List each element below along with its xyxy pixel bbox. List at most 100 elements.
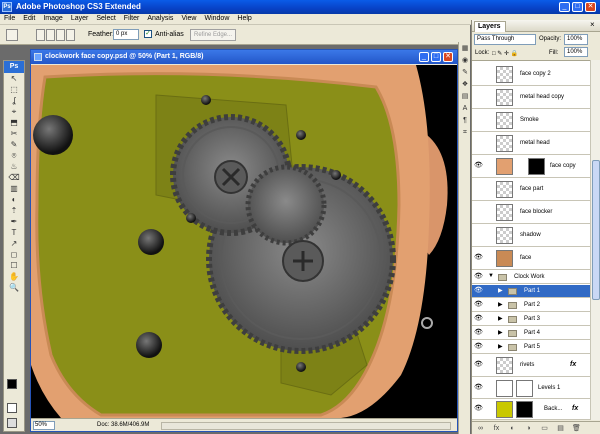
screen-mode-icon[interactable] xyxy=(7,418,17,428)
move-tool-icon[interactable]: ↖ xyxy=(4,73,24,84)
menu-analysis[interactable]: Analysis xyxy=(143,14,177,22)
visibility-eye-icon[interactable] xyxy=(474,208,483,216)
dodge-tool-icon[interactable]: ◐ xyxy=(4,194,24,205)
doc-close-button[interactable]: ✕ xyxy=(443,52,453,62)
direct-select-tool-icon[interactable]: ↗ xyxy=(4,238,24,249)
quick-select-tool-icon[interactable]: ⌖ xyxy=(4,106,24,117)
layer-row[interactable]: metal head xyxy=(472,133,590,155)
minimize-button[interactable]: _ xyxy=(559,2,570,12)
layer-row[interactable]: Smoke xyxy=(472,110,590,132)
layer-row[interactable]: 👁 Levels 1 xyxy=(472,378,590,400)
layer-group-row[interactable]: 👁 ▶ Part 5 xyxy=(472,341,590,354)
refine-edge-button[interactable]: Refine Edge... xyxy=(190,29,236,41)
doc-size[interactable]: Doc: 38.6M/406.9M xyxy=(97,422,149,428)
brush-tool-icon[interactable]: ⌾ xyxy=(4,150,24,161)
quick-mask-icon[interactable] xyxy=(7,403,17,413)
visibility-eye-icon[interactable]: 👁 xyxy=(474,162,483,170)
lasso-tool-icon[interactable]: ʆ xyxy=(4,95,24,106)
history-icon[interactable]: ▤ xyxy=(460,91,470,102)
visibility-eye-icon[interactable]: 👁 xyxy=(474,301,483,309)
eraser-tool-icon[interactable]: ⌫ xyxy=(4,172,24,183)
color-icon[interactable]: ◉ xyxy=(460,55,470,66)
stamp-tool-icon[interactable]: ♨ xyxy=(4,161,24,172)
layer-row[interactable]: shadow xyxy=(472,225,590,247)
crop-tool-icon[interactable]: ⬒ xyxy=(4,117,24,128)
fill-input[interactable]: 100% xyxy=(564,47,588,57)
intersect-selection-icon[interactable] xyxy=(66,29,75,41)
maximize-button[interactable]: □ xyxy=(572,2,583,12)
layer-row[interactable]: face part xyxy=(472,179,590,201)
layer-group-row[interactable]: 👁 ▶ Part 4 xyxy=(472,327,590,340)
add-style-icon[interactable]: fx xyxy=(491,424,502,433)
tool-presets-icon[interactable]: ❖ xyxy=(460,79,470,90)
group-expand-icon[interactable]: ▶ xyxy=(498,301,503,308)
gradient-tool-icon[interactable]: ▥ xyxy=(4,183,24,194)
visibility-eye-icon[interactable] xyxy=(474,93,483,101)
shape-tool-icon[interactable]: ◻ xyxy=(4,249,24,260)
scrollbar-thumb[interactable] xyxy=(592,160,600,300)
visibility-eye-icon[interactable]: 👁 xyxy=(474,273,483,281)
brushes-icon[interactable]: ✎ xyxy=(460,67,470,78)
menu-layer[interactable]: Layer xyxy=(67,14,93,22)
visibility-eye-icon[interactable]: 👁 xyxy=(474,361,483,369)
tab-layers[interactable]: Layers xyxy=(474,21,506,32)
notes-tool-icon[interactable]: ☐ xyxy=(4,260,24,271)
group-expand-icon[interactable]: ▶ xyxy=(498,343,503,350)
paragraph-icon[interactable]: ¶ xyxy=(460,115,470,126)
layers-scrollbar[interactable] xyxy=(590,60,600,420)
adjustment-layer-icon[interactable]: ◑ xyxy=(523,424,534,433)
image-canvas[interactable] xyxy=(31,65,457,418)
visibility-eye-icon[interactable]: 👁 xyxy=(474,405,483,413)
layer-row[interactable]: 👁 face xyxy=(472,248,590,270)
layer-row[interactable]: 👁 rivets fx xyxy=(472,355,590,377)
path-select-tool-icon[interactable]: ⇡ xyxy=(4,205,24,216)
group-expand-icon[interactable]: ▶ xyxy=(498,315,503,322)
visibility-eye-icon[interactable] xyxy=(474,70,483,78)
opacity-input[interactable]: 100% xyxy=(564,34,588,45)
layer-group-row[interactable]: 👁 ▶ Part 3 xyxy=(472,313,590,326)
menu-select[interactable]: Select xyxy=(92,14,119,22)
visibility-eye-icon[interactable]: 👁 xyxy=(474,343,483,351)
layer-row[interactable]: face copy 2 xyxy=(472,64,590,86)
layer-row[interactable]: 👁 face copy xyxy=(472,156,590,178)
add-mask-icon[interactable]: ◐ xyxy=(507,424,518,433)
type-tool-icon[interactable]: T xyxy=(4,227,24,238)
visibility-eye-icon[interactable] xyxy=(474,185,483,193)
link-layers-icon[interactable]: ∞ xyxy=(475,424,486,433)
menu-file[interactable]: File xyxy=(0,14,19,22)
panel-close-icon[interactable]: × xyxy=(590,20,595,29)
new-group-icon[interactable]: ▭ xyxy=(539,424,550,433)
visibility-eye-icon[interactable]: 👁 xyxy=(474,315,483,323)
character-icon[interactable]: A xyxy=(460,103,470,114)
group-expand-icon[interactable]: ▶ xyxy=(498,287,503,294)
menu-image[interactable]: Image xyxy=(39,14,66,22)
menu-window[interactable]: Window xyxy=(200,14,233,22)
doc-maximize-button[interactable]: □ xyxy=(431,52,441,62)
visibility-eye-icon[interactable] xyxy=(474,231,483,239)
slice-tool-icon[interactable]: ✂ xyxy=(4,128,24,139)
subtract-selection-icon[interactable] xyxy=(56,29,65,41)
close-button[interactable]: ✕ xyxy=(585,2,596,12)
zoom-input[interactable]: 50% xyxy=(33,421,55,430)
channels-icon[interactable]: ⌗ xyxy=(460,127,470,138)
visibility-eye-icon[interactable] xyxy=(474,116,483,124)
doc-minimize-button[interactable]: _ xyxy=(419,52,429,62)
layer-row[interactable]: metal head copy xyxy=(472,87,590,109)
add-selection-icon[interactable] xyxy=(46,29,55,41)
navigator-icon[interactable]: ▦ xyxy=(460,43,470,54)
visibility-eye-icon[interactable]: 👁 xyxy=(474,254,483,262)
zoom-tool-icon[interactable]: 🔍 xyxy=(4,282,24,293)
pen-tool-icon[interactable]: ✒ xyxy=(4,216,24,227)
visibility-eye-icon[interactable]: 👁 xyxy=(474,384,483,392)
layer-effects-icon[interactable]: fx xyxy=(572,405,578,412)
visibility-eye-icon[interactable] xyxy=(474,139,483,147)
group-collapse-icon[interactable]: ▼ xyxy=(488,273,494,279)
layer-group-row[interactable]: 👁 ▶ Part 1 xyxy=(472,285,590,298)
menu-view[interactable]: View xyxy=(177,14,200,22)
new-layer-icon[interactable]: ▤ xyxy=(555,424,566,433)
layer-group-row[interactable]: 👁 ▶ Part 2 xyxy=(472,299,590,312)
visibility-eye-icon[interactable]: 👁 xyxy=(474,287,483,295)
foreground-color-swatch[interactable] xyxy=(7,379,17,389)
trash-icon[interactable]: 🗑 xyxy=(571,424,582,433)
healing-brush-icon[interactable]: ✎ xyxy=(4,139,24,150)
